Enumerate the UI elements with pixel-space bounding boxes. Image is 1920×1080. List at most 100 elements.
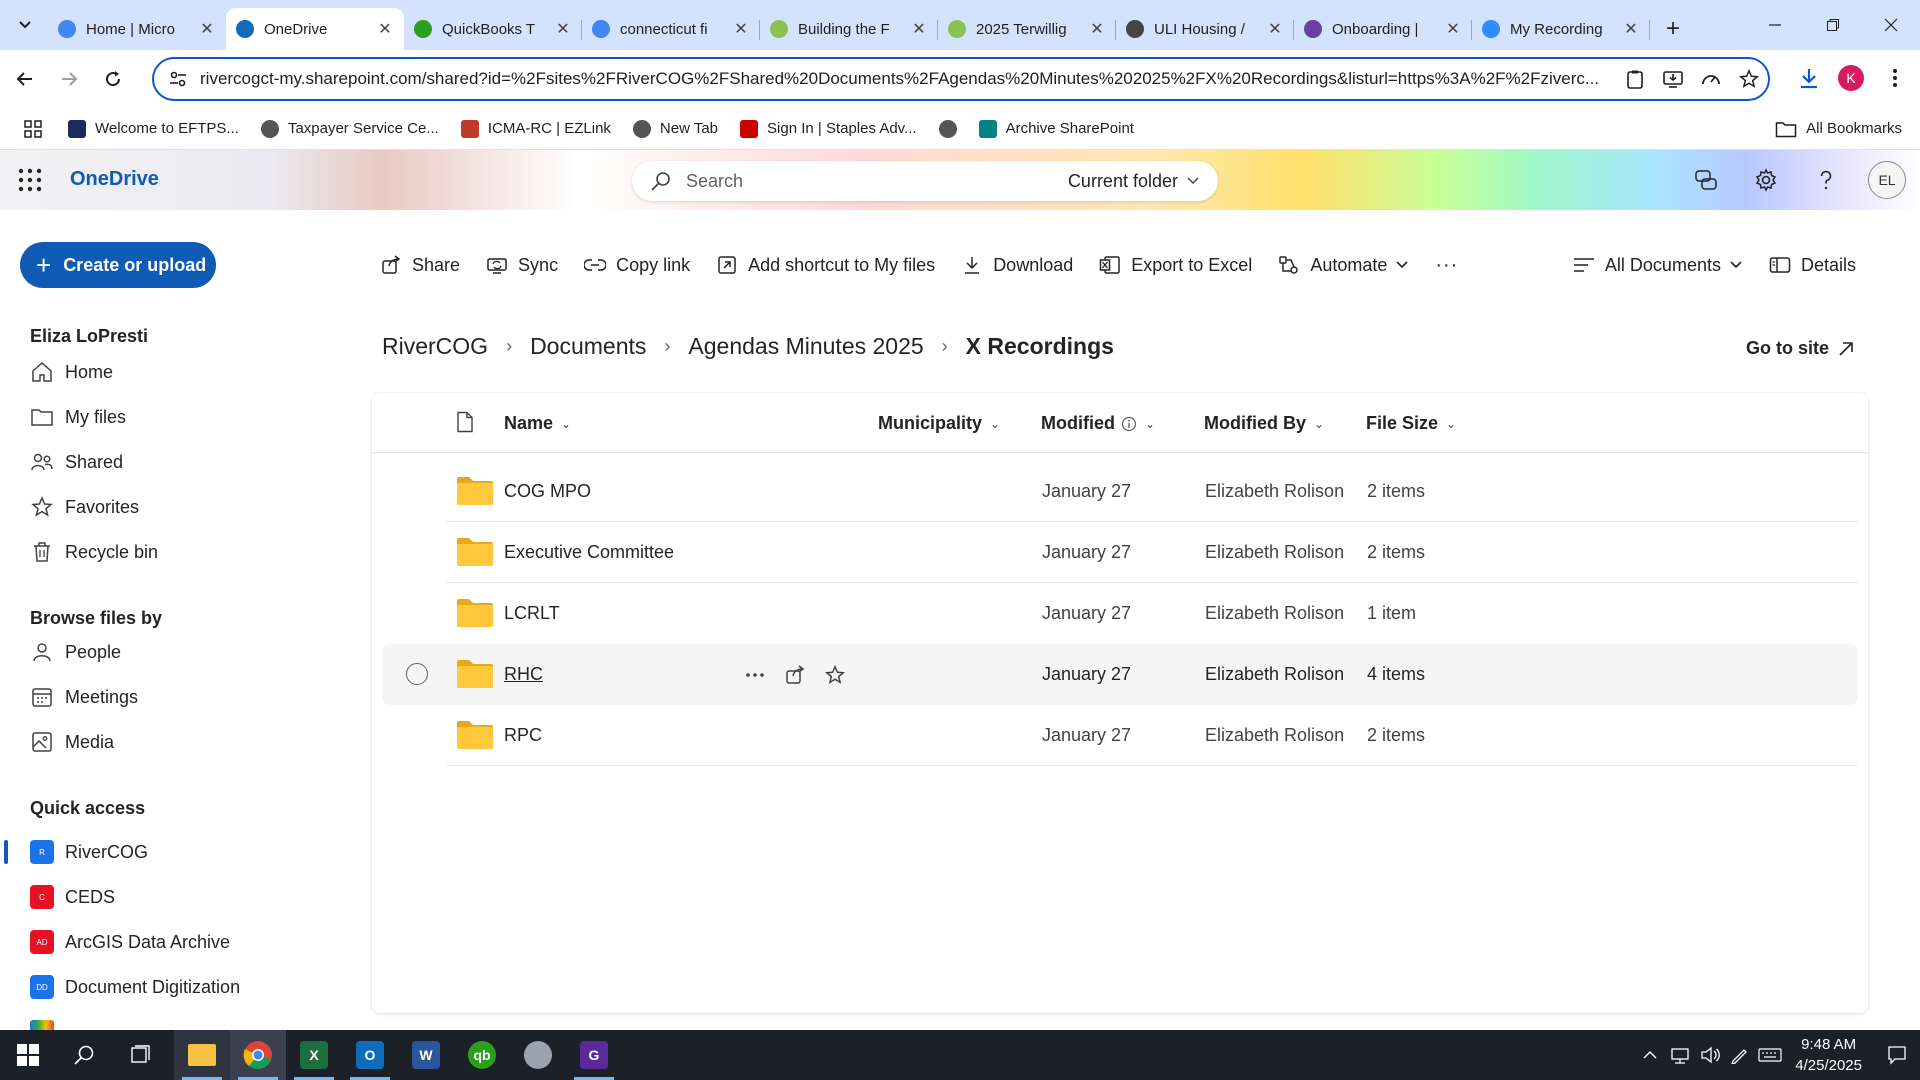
go-to-site-link[interactable]: Go to site xyxy=(1746,338,1855,359)
reload-button[interactable] xyxy=(94,60,132,98)
nav-item-my-files[interactable]: My files xyxy=(30,399,126,435)
nav-item-home[interactable]: Home xyxy=(30,354,113,390)
pen-button[interactable] xyxy=(1725,1030,1755,1080)
bookmark-star-button[interactable] xyxy=(1730,60,1768,98)
modified-column-header[interactable]: Modified ⌄ xyxy=(1041,413,1155,434)
create-or-upload-button[interactable]: + Create or upload xyxy=(20,242,216,288)
all-bookmarks-button[interactable]: All Bookmarks xyxy=(1775,120,1902,138)
add-shortcut-command[interactable]: Add shortcut to My files xyxy=(716,254,935,276)
breadcrumb-item[interactable]: Documents xyxy=(530,333,646,360)
install-app-button[interactable] xyxy=(1654,60,1692,98)
file-name[interactable]: RHC xyxy=(504,664,543,685)
tray-overflow-button[interactable] xyxy=(1635,1030,1665,1080)
taskbar-excel[interactable]: X xyxy=(286,1030,342,1080)
file-type-column-header[interactable] xyxy=(456,411,474,433)
close-icon[interactable]: ✕ xyxy=(732,20,750,38)
nav-item-favorites[interactable]: Favorites xyxy=(30,489,139,525)
close-icon[interactable]: ✕ xyxy=(910,20,928,38)
taskbar-outlook[interactable]: O xyxy=(342,1030,398,1080)
close-icon[interactable]: ✕ xyxy=(376,20,394,38)
file-row[interactable]: LCRLT January 27 Elizabeth Rolison 1 item xyxy=(382,583,1858,644)
apps-button[interactable] xyxy=(20,116,46,142)
nav-item-media[interactable]: Media xyxy=(30,724,114,760)
browser-tab[interactable]: ULI Housing / ✕ xyxy=(1116,8,1294,50)
quick-access-item[interactable]: DD Document Digitization xyxy=(30,969,240,1005)
view-switcher[interactable]: All Documents xyxy=(1573,254,1743,276)
file-name[interactable]: COG MPO xyxy=(504,481,591,502)
automate-command[interactable]: Automate xyxy=(1278,254,1409,276)
details-pane-button[interactable]: Details xyxy=(1769,254,1856,276)
nav-item-people[interactable]: People xyxy=(30,634,121,670)
file-row[interactable]: Executive Committee January 27 Elizabeth R… xyxy=(382,522,1858,583)
nav-item-recycle-bin[interactable]: Recycle bin xyxy=(30,534,158,570)
browser-tab[interactable]: connecticut fi ✕ xyxy=(582,8,760,50)
account-avatar[interactable]: EL xyxy=(1868,161,1906,199)
taskbar-search-button[interactable] xyxy=(56,1030,112,1080)
site-settings-icon[interactable] xyxy=(168,69,188,89)
close-icon[interactable]: ✕ xyxy=(1266,20,1284,38)
taskbar-app-misc[interactable] xyxy=(510,1030,566,1080)
close-icon[interactable]: ✕ xyxy=(1444,20,1462,38)
modified-by-column-header[interactable]: Modified By ⌄ xyxy=(1204,413,1324,434)
copilot-button[interactable] xyxy=(1686,160,1726,200)
taskbar-word[interactable]: W xyxy=(398,1030,454,1080)
file-name[interactable]: LCRLT xyxy=(504,603,560,624)
file-name[interactable]: Executive Committee xyxy=(504,542,674,563)
url-text[interactable]: rivercogct-my.sharepoint.com/shared?id=%… xyxy=(200,69,1616,89)
touch-keyboard-button[interactable] xyxy=(1755,1030,1785,1080)
name-column-header[interactable]: Name ⌄ xyxy=(504,413,571,434)
bookmark-item[interactable]: Welcome to EFTPS... xyxy=(68,119,239,138)
file-row[interactable]: RPC January 27 Elizabeth Rolison 2 items xyxy=(382,705,1858,766)
more-commands-button[interactable]: ··· xyxy=(1435,254,1458,277)
taskbar-chrome[interactable] xyxy=(230,1030,286,1080)
clock[interactable]: 9:48 AM 4/25/2025 xyxy=(1795,1034,1862,1076)
browser-tab[interactable]: QuickBooks T ✕ xyxy=(404,8,582,50)
search-box[interactable]: Search Current folder xyxy=(632,161,1218,201)
network-button[interactable] xyxy=(1665,1030,1695,1080)
start-button[interactable] xyxy=(0,1030,56,1080)
close-icon[interactable]: ✕ xyxy=(198,20,216,38)
close-icon[interactable]: ✕ xyxy=(554,20,572,38)
settings-button[interactable] xyxy=(1746,160,1786,200)
app-launcher-button[interactable] xyxy=(16,166,44,194)
file-row[interactable]: RHC January 27 Elizabeth Rolison 4 items xyxy=(382,644,1858,705)
taskbar-file-explorer[interactable] xyxy=(174,1030,230,1080)
onedrive-brand[interactable]: OneDrive xyxy=(70,168,159,191)
download-command[interactable]: Download xyxy=(961,254,1073,276)
file-row[interactable]: COG MPO January 27 Elizabeth Rolison 2 item… xyxy=(382,461,1858,522)
clipboard-button[interactable] xyxy=(1616,60,1654,98)
volume-button[interactable] xyxy=(1695,1030,1725,1080)
new-tab-button[interactable]: + xyxy=(1656,12,1690,46)
notifications-button[interactable] xyxy=(1874,1030,1920,1080)
bookmark-item[interactable] xyxy=(938,119,957,138)
share-command[interactable]: Share xyxy=(380,254,460,276)
close-icon[interactable]: ✕ xyxy=(1622,20,1640,38)
task-view-button[interactable] xyxy=(112,1030,168,1080)
breadcrumb-item[interactable]: Agendas Minutes 2025 xyxy=(688,333,923,360)
quick-access-item[interactable]: R RiverCOG xyxy=(30,834,148,870)
copy-link-command[interactable]: Copy link xyxy=(584,254,690,276)
quick-access-item[interactable]: C CEDS xyxy=(30,879,115,915)
export-excel-command[interactable]: Export to Excel xyxy=(1099,254,1252,276)
browser-tab[interactable]: Building the F ✕ xyxy=(760,8,938,50)
tab-search-button[interactable] xyxy=(10,10,40,40)
performance-button[interactable] xyxy=(1692,60,1730,98)
taskbar-quickbooks[interactable]: qb xyxy=(454,1030,510,1080)
taskbar-app-g[interactable]: G xyxy=(566,1030,622,1080)
search-scope-dropdown[interactable]: Current folder xyxy=(1068,171,1200,192)
bookmark-item[interactable]: ICMA-RC | EZLink xyxy=(460,119,611,138)
address-bar[interactable]: rivercogct-my.sharepoint.com/shared?id=%… xyxy=(152,57,1770,101)
browser-tab[interactable]: 2025 Terwillig ✕ xyxy=(938,8,1116,50)
file-size-column-header[interactable]: File Size ⌄ xyxy=(1366,413,1456,434)
more-actions-icon[interactable] xyxy=(742,662,768,688)
file-name[interactable]: RPC xyxy=(504,725,542,746)
municipality-column-header[interactable]: Municipality ⌄ xyxy=(878,413,1000,434)
share-icon[interactable] xyxy=(782,662,808,688)
browser-tab[interactable]: OneDrive ✕ xyxy=(226,8,404,50)
nav-item-meetings[interactable]: Meetings xyxy=(30,679,138,715)
bookmark-item[interactable]: Taxpayer Service Ce... xyxy=(260,119,439,138)
bookmark-item[interactable]: Archive SharePoint xyxy=(978,119,1134,138)
close-window-button[interactable] xyxy=(1862,0,1920,50)
nav-item-shared[interactable]: Shared xyxy=(30,444,123,480)
close-icon[interactable]: ✕ xyxy=(1088,20,1106,38)
